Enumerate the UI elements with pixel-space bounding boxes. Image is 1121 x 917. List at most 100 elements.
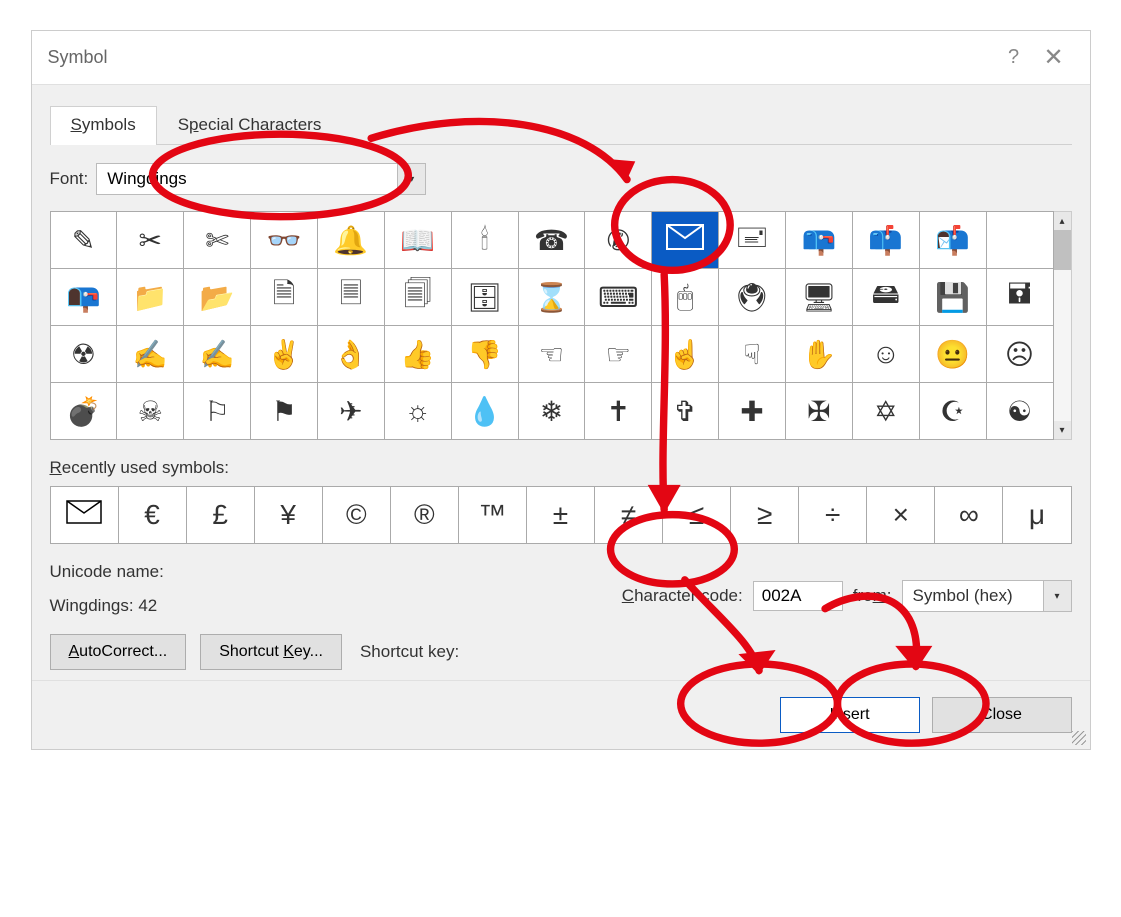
symbol-cell-snowflake[interactable]: ❄ [518,383,585,440]
symbol-cell-point-right[interactable]: ☞ [585,326,652,383]
symbol-cell-hand-write[interactable]: ✍ [117,326,184,383]
recent-cell[interactable]: ÷ [799,487,867,544]
symbol-cell-maltese[interactable]: ✠ [785,383,852,440]
symbol-cell-floppy[interactable]: 💾 [919,269,986,326]
scroll-up-icon[interactable]: ▴ [1054,212,1071,230]
symbol-cell-envelope[interactable] [652,212,719,269]
symbol-cell-empty[interactable] [986,212,1053,269]
recent-cell[interactable] [50,487,118,544]
symbol-cell-radiation[interactable]: ☢ [50,326,117,383]
symbol-cell-point-down[interactable]: ☟ [719,326,786,383]
symbol-cell-thumbs-up[interactable]: 👍 [384,326,451,383]
shortcut-key-button[interactable]: Shortcut Key... [200,634,342,670]
resize-grip-icon[interactable] [1072,731,1086,745]
symbol-cell-drop[interactable]: 💧 [451,383,518,440]
from-combobox[interactable]: Symbol (hex) ▾ [902,580,1072,612]
dialog-title: Symbol [48,47,994,68]
autocorrect-button[interactable]: AutoCorrect... [50,634,187,670]
symbol-cell-computer[interactable]: 🖥 [785,269,852,326]
scroll-down-icon[interactable]: ▾ [1054,421,1071,439]
charcode-input[interactable] [753,581,843,611]
insert-button[interactable]: Insert [780,697,920,733]
symbol-cell-envelope-closed[interactable]: 🖃 [719,212,786,269]
symbol-cell-plane[interactable]: ✈ [317,383,384,440]
symbol-cell-doc-lines[interactable]: 🗏 [317,269,384,326]
recent-cell[interactable]: ≠ [595,487,663,544]
recent-cell[interactable]: ≥ [731,487,799,544]
symbol-cell-mailbox[interactable]: 📪 [785,212,852,269]
symbol-cell-candle[interactable]: 🕯 [451,212,518,269]
symbol-cell-doc[interactable]: 🗎 [251,269,318,326]
recent-cell[interactable]: € [118,487,186,544]
symbol-cell-harddrive[interactable]: 🖴 [852,269,919,326]
symbol-cell-hand-write2[interactable]: ✍ [184,326,251,383]
symbol-grid-wrap: ✎✂✄👓🔔📖🕯☎✆🖃📪📫📬📭📁📂🗎🗏🗐🗄⌛⌨🖱🖲🖥🖴💾🖬☢✍✍✌👌👍👎☜☞☝☟✋… [50,211,1072,440]
close-icon[interactable]: ✕ [1034,43,1074,72]
recent-cell[interactable]: μ [1003,487,1071,544]
unicode-name-label: Unicode name: [50,562,602,582]
symbol-cell-glasses[interactable]: 👓 [251,212,318,269]
symbol-cell-hourglass[interactable]: ⌛ [518,269,585,326]
help-icon[interactable]: ? [994,46,1034,69]
symbol-cell-mailbox3[interactable]: 📬 [919,212,986,269]
symbol-cell-thumbs-down[interactable]: 👎 [451,326,518,383]
symbol-cell-bomb[interactable]: 💣 [50,383,117,440]
symbol-cell-mailbox2[interactable]: 📫 [852,212,919,269]
symbol-cell-point-left[interactable]: ☜ [518,326,585,383]
symbol-cell-cross-outline[interactable]: ✞ [652,383,719,440]
symbol-cell-cross-greek[interactable]: ✚ [719,383,786,440]
symbol-cell-phone[interactable]: ☎ [518,212,585,269]
tab-special-characters[interactable]: Special Characters [157,106,343,145]
chevron-down-icon[interactable]: ▾ [397,164,425,194]
symbol-cell-book[interactable]: 📖 [384,212,451,269]
recent-cell[interactable]: ≤ [663,487,731,544]
recent-cell[interactable]: £ [186,487,254,544]
symbol-cell-mouse[interactable]: 🖱 [652,269,719,326]
symbol-cell-folder-open[interactable]: 📂 [184,269,251,326]
symbol-cell-trackball[interactable]: 🖲 [719,269,786,326]
symbol-cell-bell[interactable]: 🔔 [317,212,384,269]
symbol-cell-smile[interactable]: ☺ [852,326,919,383]
scrollbar[interactable]: ▴ ▾ [1054,211,1072,440]
symbol-cell-mailbox-open[interactable]: 📭 [50,269,117,326]
recent-cell[interactable]: ∞ [935,487,1003,544]
symbol-cell-phone2[interactable]: ✆ [585,212,652,269]
symbol-cell-frown[interactable]: ☹ [986,326,1053,383]
symbol-cell-scissors2[interactable]: ✄ [184,212,251,269]
chevron-down-icon[interactable]: ▾ [1043,581,1071,611]
symbol-cell-ok[interactable]: 👌 [317,326,384,383]
symbol-cell-scissors[interactable]: ✂ [117,212,184,269]
symbol-cell-folder[interactable]: 📁 [117,269,184,326]
symbol-cell-crescent[interactable]: ☪ [919,383,986,440]
recent-cell[interactable]: © [322,487,390,544]
symbol-cell-flag[interactable]: ⚐ [184,383,251,440]
symbol-cell-star-david[interactable]: ✡ [852,383,919,440]
symbol-cell-victory[interactable]: ✌ [251,326,318,383]
recent-cell[interactable]: ™ [458,487,526,544]
font-combobox[interactable]: ▾ [96,163,426,195]
close-button[interactable]: Close [932,697,1072,733]
symbol-cell-filing[interactable]: 🗄 [451,269,518,326]
font-row: Font: ▾ [50,163,1072,195]
symbol-cell-yinyang[interactable]: ☯ [986,383,1053,440]
tab-symbols[interactable]: Symbols [50,106,157,145]
symbol-cell-keyboard[interactable]: ⌨ [585,269,652,326]
symbol-cell-skull[interactable]: ☠ [117,383,184,440]
symbol-cell-pencil[interactable]: ✎ [50,212,117,269]
symbol-cell-cross[interactable]: ✝ [585,383,652,440]
symbol-cell-flag2[interactable]: ⚑ [251,383,318,440]
recent-cell[interactable]: ¥ [254,487,322,544]
symbol-cell-point-up[interactable]: ☝ [652,326,719,383]
font-input[interactable] [97,165,397,193]
symbol-cell-docs-stack[interactable]: 🗐 [384,269,451,326]
symbol-cell-floppy-black[interactable]: 🖬 [986,269,1053,326]
recent-cell[interactable]: × [867,487,935,544]
recent-cell[interactable]: ® [390,487,458,544]
symbol-cell-sun[interactable]: ☼ [384,383,451,440]
symbol-cell-stop-hand[interactable]: ✋ [785,326,852,383]
scroll-track[interactable] [1054,230,1071,421]
recent-cell[interactable]: ± [526,487,594,544]
from-label: from: [853,586,892,606]
scroll-thumb[interactable] [1054,230,1071,270]
symbol-cell-neutral[interactable]: 😐 [919,326,986,383]
